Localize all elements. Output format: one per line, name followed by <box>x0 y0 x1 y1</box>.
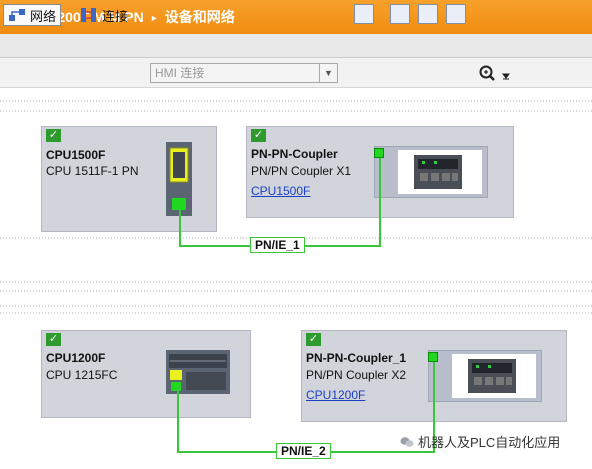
cpu-module-icon <box>166 142 192 216</box>
section-title: 设备和网络 <box>164 9 235 25</box>
network-view-button[interactable]: 网络 <box>3 4 62 26</box>
cpu-module-icon <box>166 350 230 394</box>
network-view-label: 网络 <box>30 8 57 24</box>
network-label[interactable]: PN/IE_1 <box>250 237 305 253</box>
canvas-grid-row <box>0 110 592 112</box>
connections-icon <box>81 8 96 22</box>
canvas-grid-row <box>0 290 592 292</box>
status-ok-icon: ✓ <box>306 333 321 346</box>
device-link-cpu1200f[interactable]: CPU1200F <box>306 388 365 402</box>
network-wire <box>179 210 181 246</box>
profinet-port[interactable] <box>428 352 438 362</box>
device-name: PN-PN-Coupler_1 <box>306 351 407 365</box>
network-overview-icon[interactable] <box>390 4 410 24</box>
split-view-icon[interactable] <box>446 4 466 24</box>
device-type: CPU 1215FC <box>46 368 118 382</box>
canvas-grid-row <box>0 281 592 283</box>
pn-coupler-module-icon <box>414 155 462 189</box>
wechat-icon <box>400 437 414 447</box>
connections-button[interactable]: 连接 <box>80 4 128 26</box>
status-ok-icon: ✓ <box>46 333 61 346</box>
network-label[interactable]: PN/IE_2 <box>276 443 331 459</box>
status-ok-icon: ✓ <box>251 129 266 142</box>
device-name: CPU1200F <box>46 351 106 365</box>
view-tab-band <box>0 34 592 58</box>
connections-label: 连接 <box>102 8 129 24</box>
canvas-grid-row <box>0 312 592 314</box>
breadcrumb-separator: ▸ <box>151 13 157 24</box>
device-type: PN/PN Coupler X1 <box>251 164 352 178</box>
zoom-icon[interactable] <box>478 64 518 84</box>
watermark-text: 机器人及PLC自动化应用 <box>418 435 561 450</box>
pn-coupler-module-icon <box>468 359 516 393</box>
connection-type-select[interactable]: HMI 连接 ▼ <box>150 63 338 83</box>
network-icon <box>9 9 25 21</box>
canvas-grid-row <box>0 305 592 307</box>
device-name: CPU1500F <box>46 148 106 162</box>
show-address-icon[interactable] <box>354 4 374 24</box>
network-wire <box>177 386 179 452</box>
profinet-port[interactable] <box>374 148 384 158</box>
chevron-down-icon[interactable]: ▼ <box>319 64 337 82</box>
device-link-cpu1500f[interactable]: CPU1500F <box>251 184 310 198</box>
table-view-icon[interactable] <box>418 4 438 24</box>
device-type: PN/PN Coupler X2 <box>306 368 407 382</box>
device-type: CPU 1511F-1 PN <box>46 164 139 178</box>
watermark: 机器人及PLC自动化应用 <box>400 432 560 451</box>
network-wire <box>379 158 381 247</box>
status-ok-icon: ✓ <box>46 129 61 142</box>
canvas-grid-row <box>0 100 592 102</box>
device-name: PN-PN-Coupler <box>251 147 338 161</box>
connection-type-value: HMI 连接 <box>155 66 205 80</box>
